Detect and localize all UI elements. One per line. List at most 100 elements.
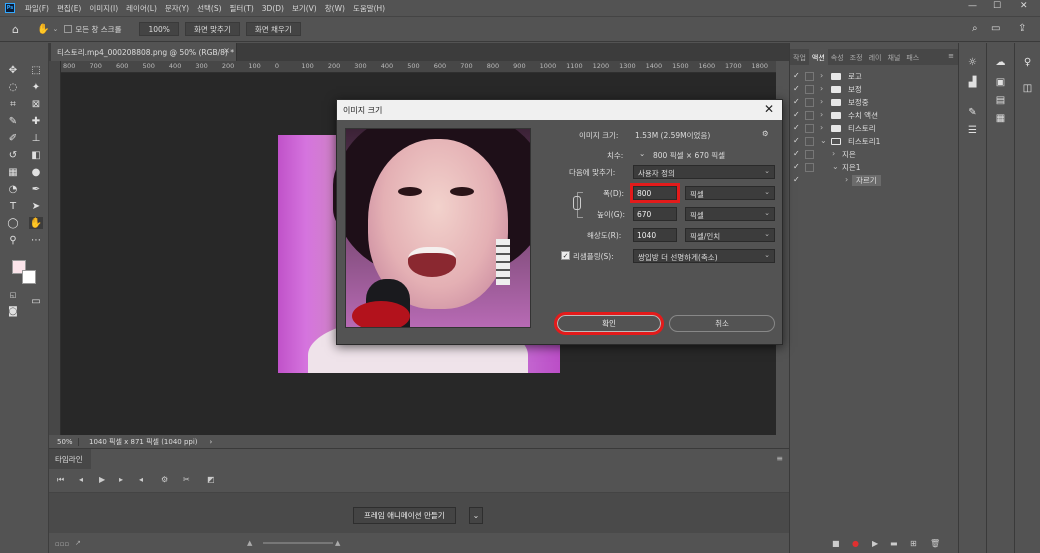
patterns-icon[interactable]: ▦ <box>987 113 1014 124</box>
background-color-swatch[interactable] <box>22 270 36 284</box>
path-selection-tool-icon[interactable]: ➤ <box>29 200 43 212</box>
maximize-button[interactable]: ☐ <box>993 1 1001 11</box>
dialog-toggle-box[interactable] <box>805 98 814 107</box>
resample-method-select[interactable]: 쌍입방 더 선명하게(축소) ⌄ <box>633 249 775 263</box>
chevron-right-icon[interactable]: › <box>820 110 823 119</box>
dialog-toggle-box[interactable] <box>805 72 814 81</box>
dialog-toggle-box[interactable] <box>805 163 814 172</box>
minimize-button[interactable]: — <box>968 1 977 11</box>
menu-layer[interactable]: 레이어(L) <box>122 3 161 14</box>
fit-screen-button[interactable]: 화면 맞추기 <box>184 22 240 36</box>
crop-tool-icon[interactable]: ⌗ <box>6 98 20 110</box>
split-icon[interactable]: ✂ <box>183 475 190 484</box>
tab-paths[interactable]: 패스 <box>903 49 922 65</box>
play-action-icon[interactable]: ▶ <box>872 539 878 548</box>
magic-wand-tool-icon[interactable]: ✦ <box>29 81 43 93</box>
ok-button[interactable]: 확인 <box>554 312 664 335</box>
dialog-toggle-box[interactable] <box>805 111 814 120</box>
timeline-zoom-slider[interactable] <box>263 542 333 544</box>
chevron-right-icon[interactable]: › <box>845 175 848 184</box>
dialog-toggle-box[interactable] <box>805 150 814 159</box>
dodge-tool-icon[interactable]: ◔ <box>6 183 20 195</box>
color-icon[interactable]: ▣ <box>987 77 1014 88</box>
brightness-icon[interactable]: ☼ <box>959 57 986 68</box>
check-icon[interactable]: ✓ <box>793 84 800 93</box>
frame-tool-icon[interactable]: ⊠ <box>29 98 43 110</box>
transition-icon[interactable]: ◩ <box>207 475 215 484</box>
next-frame-icon[interactable]: ▸ <box>119 475 123 484</box>
check-icon[interactable]: ✓ <box>793 149 800 158</box>
zoom-100-button[interactable]: 100% <box>139 22 179 36</box>
tab-actions[interactable]: 액션 <box>808 49 828 65</box>
history-brush-tool-icon[interactable]: ↺ <box>6 149 20 161</box>
move-tool-icon[interactable]: ✥ <box>6 64 20 76</box>
search-icon[interactable]: ⌕ <box>972 23 978 34</box>
play-icon[interactable]: ▶ <box>99 475 105 484</box>
render-icon[interactable]: ↗ <box>75 539 81 547</box>
chevron-right-icon[interactable]: › <box>820 123 823 132</box>
tab-channels[interactable]: 채널 <box>884 49 903 65</box>
width-input[interactable]: 800 <box>630 183 680 203</box>
new-action-icon[interactable]: ⊞ <box>910 539 917 548</box>
menu-help[interactable]: 도움말(H) <box>349 3 389 14</box>
chevron-right-icon[interactable]: › <box>832 149 835 158</box>
menu-image[interactable]: 이미지(I) <box>85 3 122 14</box>
menu-file[interactable]: 파일(F) <box>21 3 53 14</box>
fill-screen-button[interactable]: 화면 채우기 <box>245 22 301 36</box>
menu-select[interactable]: 선택(S) <box>193 3 225 14</box>
timeline-tab[interactable]: 타임라인 <box>49 449 91 469</box>
adjust-sliders-icon[interactable]: ☰ <box>959 125 986 136</box>
link-icon[interactable] <box>573 196 581 210</box>
check-icon[interactable]: ✓ <box>793 175 800 184</box>
dialog-toggle-box[interactable] <box>805 85 814 94</box>
dialog-close-icon[interactable]: ✕ <box>764 102 774 116</box>
libraries-icon[interactable]: ◫ <box>1015 83 1040 94</box>
more-tools-icon[interactable]: ⋯ <box>29 234 43 246</box>
blur-tool-icon[interactable]: ● <box>29 166 43 178</box>
check-icon[interactable]: ✓ <box>793 110 800 119</box>
scroll-all-checkbox[interactable] <box>64 25 73 33</box>
type-tool-icon[interactable]: T <box>6 200 20 212</box>
action-row[interactable]: ✓ › 지은 <box>790 148 959 161</box>
zoom-in-timeline-icon[interactable]: ▲ <box>335 539 340 547</box>
settings-icon[interactable]: ⚙ <box>161 475 168 484</box>
brush-settings-icon[interactable]: ✎ <box>959 107 986 118</box>
image-preview[interactable] <box>345 128 531 328</box>
chevron-right-icon[interactable]: › <box>820 71 823 80</box>
status-menu-arrow[interactable]: › <box>198 438 213 446</box>
delete-icon[interactable]: 🗑 <box>930 539 940 548</box>
fit-to-select[interactable]: 사용자 정의 ⌄ <box>633 165 775 179</box>
first-frame-icon[interactable]: ⏮ <box>57 475 64 485</box>
resample-checkbox[interactable]: ✓ <box>561 251 570 260</box>
document-tab[interactable]: 티스토리.mp4_000208808.png @ 50% (RGB/8) * × <box>51 43 237 61</box>
menu-edit[interactable]: 편집(E) <box>53 3 85 14</box>
create-frame-animation-button[interactable]: 프레임 애니메이션 만들기 <box>353 507 456 524</box>
zoom-out-timeline-icon[interactable]: ▲ <box>247 539 252 547</box>
convert-icon[interactable]: ▫▫▫ <box>55 540 69 548</box>
hand-tool-icon[interactable]: ✋ <box>29 217 43 229</box>
audio-icon[interactable]: ◂ <box>139 475 143 484</box>
swatches-icon[interactable]: ☁ <box>987 57 1014 68</box>
action-set-row[interactable]: ✓ › 보정 <box>790 83 959 96</box>
pen-tool-icon[interactable]: ✒ <box>29 183 43 195</box>
chevron-down-icon[interactable]: ⌄ <box>52 25 58 33</box>
check-icon[interactable]: ✓ <box>793 97 800 106</box>
gear-icon[interactable]: ⚙ <box>762 129 769 138</box>
zoom-tool-icon[interactable]: ⚲ <box>6 234 20 246</box>
chevron-down-icon[interactable]: ⌄ <box>639 149 645 158</box>
chevron-right-icon[interactable]: › <box>820 84 823 93</box>
tab-adjustments[interactable]: 조정 <box>847 49 866 65</box>
tab-workspace[interactable]: 작업 <box>790 49 809 65</box>
action-set-row[interactable]: ✓ › 티스토리 <box>790 122 959 135</box>
learn-icon[interactable]: ♀ <box>1015 57 1040 68</box>
action-step-row[interactable]: ✓ › 자르기 <box>790 174 959 187</box>
hand-tool-icon[interactable]: ✋ <box>37 24 49 35</box>
marquee-tool-icon[interactable]: ⬚ <box>29 64 43 76</box>
shape-tool-icon[interactable]: ◯ <box>6 217 20 229</box>
lasso-tool-icon[interactable]: ◌ <box>6 81 20 93</box>
action-set-row[interactable]: ✓ › 보정중 <box>790 96 959 109</box>
screen-mode-icon[interactable]: ▭ <box>29 295 43 307</box>
brush-tool-icon[interactable]: ✐ <box>6 132 20 144</box>
gradient-tool-icon[interactable]: ▦ <box>6 166 20 178</box>
workspace-icon[interactable]: ▭ <box>991 23 1000 34</box>
